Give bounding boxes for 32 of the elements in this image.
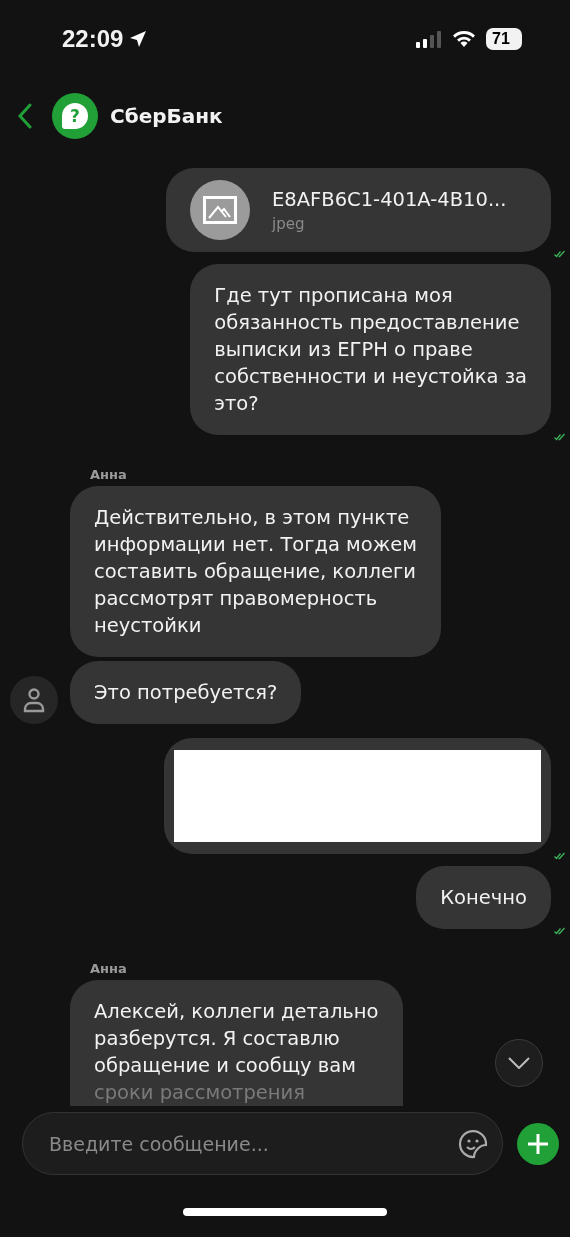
- message-input[interactable]: Введите сообщение...: [22, 1112, 503, 1175]
- back-chevron-icon[interactable]: [18, 103, 32, 129]
- message-bubble: Действительно, в этом пункте информации нет. Тогда можем составить обращение, коллеги рассмотрят правомерность неустойки: [70, 486, 442, 657]
- read-check-icon: [554, 433, 566, 441]
- message-bubble: Это потребуется?: [70, 661, 302, 724]
- signal-icon: [416, 30, 442, 48]
- user-avatar-icon: [10, 676, 58, 724]
- sender-name: Анна: [90, 961, 127, 976]
- read-check-icon: [554, 927, 566, 935]
- file-type: jpeg: [272, 214, 306, 233]
- wifi-icon: [452, 30, 476, 48]
- message-text: сроки рассмотрения: [94, 1080, 306, 1106]
- read-check-icon: [554, 250, 566, 258]
- message-bubble: Где тут прописана моя обязанность предоставление выписки из ЕГРН о праве собственности и неустойка за это?: [190, 264, 551, 435]
- battery-level: 71: [486, 28, 522, 50]
- plus-icon: [527, 1133, 549, 1155]
- sender-name: Анна: [90, 467, 127, 482]
- scroll-down-button[interactable]: [495, 1039, 543, 1087]
- status-time: 22:09: [62, 25, 124, 53]
- message-text: Алексей, коллеги детально разберутся. Я составлю обращение и сообщу вам: [94, 999, 379, 1079]
- read-check-icon: [554, 852, 566, 860]
- add-button[interactable]: [517, 1123, 559, 1165]
- location-arrow-icon: [129, 30, 148, 48]
- file-name: E8AFB6C1-401A-4B10...: [272, 187, 507, 211]
- image-file-icon: [190, 180, 250, 240]
- message-bubble: Конечно: [416, 866, 551, 929]
- question-glyph: ?: [62, 103, 88, 129]
- message-text-input[interactable]: Введите сообщение...: [47, 1131, 458, 1156]
- chevron-down-icon: [508, 1057, 530, 1069]
- chat-title: СберБанк: [110, 104, 223, 128]
- file-message[interactable]: E8AFB6C1-401A-4B10... jpeg: [166, 168, 551, 252]
- sticker-icon[interactable]: [458, 1128, 488, 1159]
